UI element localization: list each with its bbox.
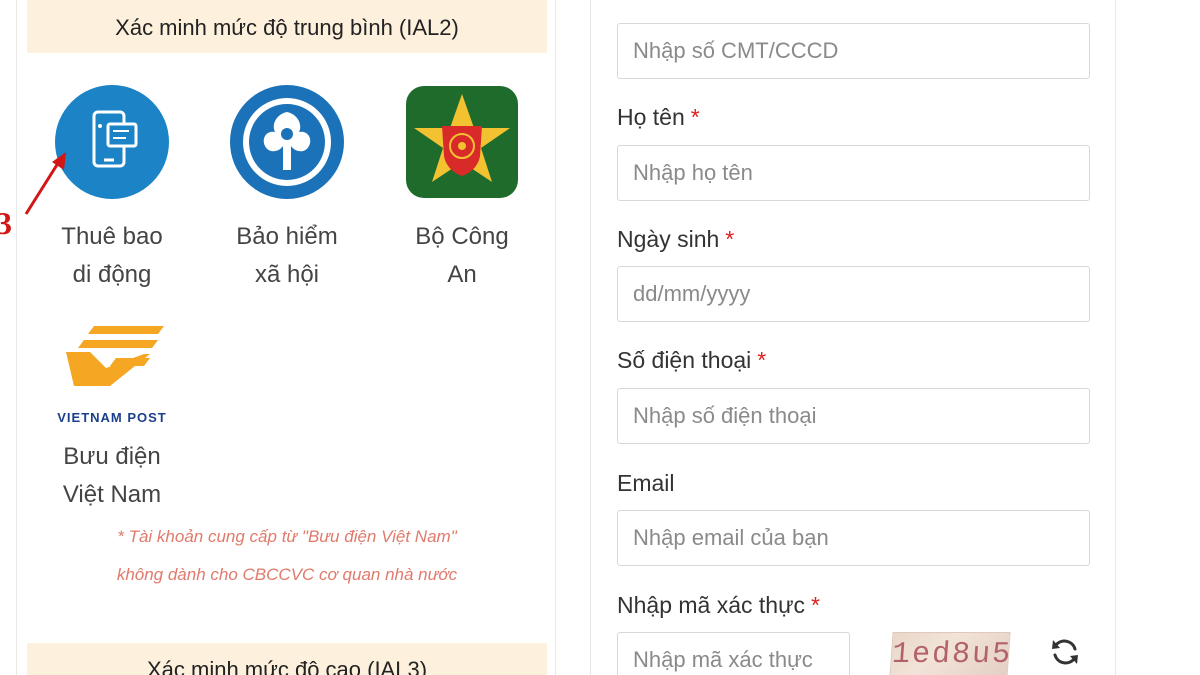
vietnam-post-logo[interactable]: VIETNAM POST xyxy=(54,316,170,432)
provider-label-line1: Bảo hiểm xyxy=(236,223,338,250)
captcha-label: Nhập mã xác thực * xyxy=(617,592,820,619)
vneid-police-logo[interactable] xyxy=(404,84,520,200)
provider-label-line2: di động xyxy=(72,261,152,288)
phone-label-text: Số điện thoại xyxy=(617,347,752,373)
provider-vietnam-post[interactable]: VIETNAM POST Bưu điện Việt Nam xyxy=(47,316,177,514)
dob-input[interactable] xyxy=(617,266,1090,322)
social-insurance-logo[interactable] xyxy=(229,84,345,200)
phone-input[interactable] xyxy=(617,388,1090,444)
captcha-image: 1ed8u5 xyxy=(889,632,1013,675)
provider-public-security[interactable]: Bộ Công An xyxy=(397,84,527,294)
note-line2: không dành cho CBCCVC cơ quan nhà nước xyxy=(116,565,458,584)
captcha-input[interactable] xyxy=(617,632,850,675)
dob-label-text: Ngày sinh xyxy=(617,226,720,252)
verification-methods-panel: Xác minh mức độ trung bình (IAL2) Thuê b… xyxy=(16,0,556,675)
dob-label: Ngày sinh * xyxy=(617,226,734,253)
provider-label-line2: An xyxy=(447,261,477,288)
mobile-subscriber-icon[interactable] xyxy=(54,84,170,200)
required-mark: * xyxy=(690,104,700,130)
ial2-section-header: Xác minh mức độ trung bình (IAL2) xyxy=(27,0,547,53)
provider-label-line1: Bộ Công xyxy=(415,223,509,250)
captcha-label-text: Nhập mã xác thực xyxy=(617,592,805,618)
note-line1: * Tài khoản cung cấp từ "Bưu điện Việt N… xyxy=(117,527,457,546)
vietnam-post-logo-text: VIETNAM POST xyxy=(57,410,167,425)
vietnam-post-emblem-icon xyxy=(66,326,164,386)
ial3-header-text: Xác minh mức độ cao (IAL3) xyxy=(146,657,428,675)
annotation-step-number: 3 xyxy=(0,205,12,241)
required-mark: * xyxy=(757,347,767,373)
email-label-text: Email xyxy=(617,470,675,496)
registration-form: Họ tên* Ngày sinh* Số điện thoại* Email … xyxy=(590,0,1116,675)
vietnam-post-note: * Tài khoản cung cấp từ "Bưu điện Việt N… xyxy=(37,518,537,594)
provider-label-line2: Việt Nam xyxy=(62,481,162,508)
ial2-header-text: Xác minh mức độ trung bình (IAL2) xyxy=(115,15,459,40)
email-label: Email xyxy=(617,470,675,497)
provider-label-line1: Bưu điện xyxy=(63,443,161,470)
required-mark: * xyxy=(810,592,820,618)
provider-label-line2: xã hội xyxy=(254,261,320,288)
refresh-captcha-icon[interactable] xyxy=(1049,636,1081,668)
provider-social-insurance[interactable]: Bảo hiểm xã hội xyxy=(222,84,352,294)
ial3-section-header: Xác minh mức độ cao (IAL3) xyxy=(27,643,547,675)
fullname-label-text: Họ tên xyxy=(617,104,685,130)
fullname-label: Họ tên * xyxy=(617,104,700,131)
email-input[interactable] xyxy=(617,510,1090,566)
required-mark: * xyxy=(725,226,735,252)
phone-label: Số điện thoại * xyxy=(617,347,766,374)
id-number-input[interactable] xyxy=(617,23,1090,79)
provider-label-line1: Thuê bao xyxy=(61,223,163,250)
fullname-input[interactable] xyxy=(617,145,1090,201)
annotation-arrow-icon xyxy=(24,152,66,215)
